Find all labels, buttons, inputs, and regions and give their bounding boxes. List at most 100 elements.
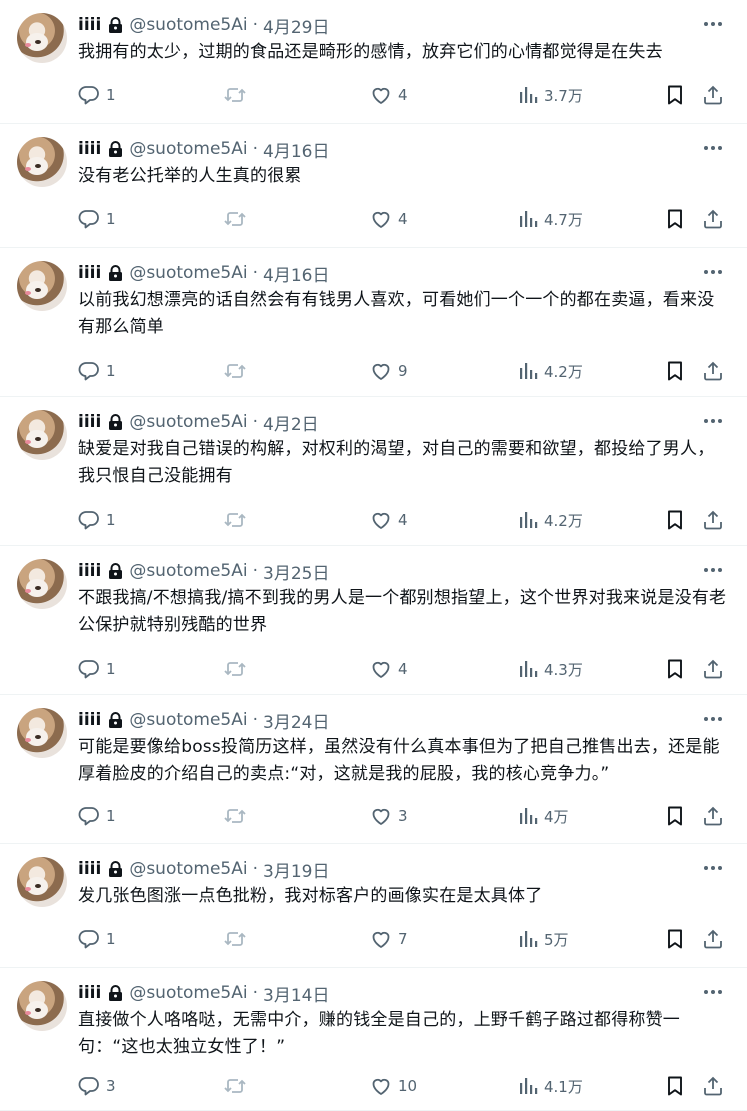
share-button[interactable] bbox=[702, 82, 724, 108]
like-button[interactable]: 4 bbox=[370, 507, 408, 533]
post-date[interactable]: 4月16日 bbox=[263, 137, 329, 162]
retweet-button[interactable] bbox=[222, 82, 254, 108]
share-button[interactable] bbox=[702, 926, 724, 952]
bookmark-button[interactable] bbox=[664, 206, 686, 232]
post-date[interactable]: 3月25日 bbox=[263, 559, 329, 584]
display-name[interactable]: iiii bbox=[78, 139, 101, 159]
user-handle[interactable]: @suotome5Ai bbox=[129, 983, 247, 1003]
like-button[interactable]: 10 bbox=[370, 1073, 417, 1099]
more-icon[interactable] bbox=[702, 139, 724, 157]
share-button[interactable] bbox=[702, 358, 724, 384]
display-name[interactable]: iiii bbox=[78, 412, 101, 432]
bookmark-button[interactable] bbox=[664, 1073, 686, 1099]
like-button[interactable]: 4 bbox=[370, 82, 408, 108]
post-date[interactable]: 4月29日 bbox=[263, 13, 329, 38]
retweet-button[interactable] bbox=[222, 358, 254, 384]
share-button[interactable] bbox=[702, 206, 724, 232]
post[interactable]: iiii @suotome5Ai · 3月24日 可能是要像给boss投简历这样… bbox=[0, 695, 747, 844]
display-name[interactable]: iiii bbox=[78, 859, 101, 879]
avatar[interactable] bbox=[17, 981, 67, 1031]
user-handle[interactable]: @suotome5Ai bbox=[129, 263, 247, 283]
like-button[interactable]: 9 bbox=[370, 358, 408, 384]
share-button[interactable] bbox=[702, 803, 724, 829]
user-handle[interactable]: @suotome5Ai bbox=[129, 710, 247, 730]
reply-button[interactable]: 1 bbox=[78, 926, 116, 952]
bookmark-icon bbox=[668, 85, 682, 105]
display-name[interactable]: iiii bbox=[78, 710, 101, 730]
post[interactable]: iiii @suotome5Ai · 3月25日 不跟我搞/不想搞我/搞不到我的… bbox=[0, 546, 747, 695]
like-button[interactable]: 3 bbox=[370, 803, 408, 829]
like-button[interactable]: 4 bbox=[370, 656, 408, 682]
user-handle[interactable]: @suotome5Ai bbox=[129, 15, 247, 35]
post-date[interactable]: 3月19日 bbox=[263, 857, 329, 882]
reply-button[interactable]: 1 bbox=[78, 206, 116, 232]
retweet-button[interactable] bbox=[222, 803, 254, 829]
avatar[interactable] bbox=[17, 410, 67, 460]
avatar[interactable] bbox=[17, 13, 67, 63]
views-button[interactable]: 3.7万 bbox=[517, 82, 583, 108]
avatar[interactable] bbox=[17, 137, 67, 187]
avatar[interactable] bbox=[17, 857, 67, 907]
post[interactable]: iiii @suotome5Ai · 4月16日 以前我幻想漂亮的话自然会有有钱… bbox=[0, 248, 747, 397]
retweet-button[interactable] bbox=[222, 1073, 254, 1099]
reply-button[interactable]: 1 bbox=[78, 507, 116, 533]
share-button[interactable] bbox=[702, 656, 724, 682]
reply-button[interactable]: 3 bbox=[78, 1073, 116, 1099]
avatar[interactable] bbox=[17, 559, 67, 609]
bookmark-button[interactable] bbox=[664, 656, 686, 682]
reply-button[interactable]: 1 bbox=[78, 803, 116, 829]
views-button[interactable]: 4.2万 bbox=[517, 358, 583, 384]
bookmark-button[interactable] bbox=[664, 803, 686, 829]
display-name[interactable]: iiii bbox=[78, 561, 101, 581]
post-date[interactable]: 4月16日 bbox=[263, 261, 329, 286]
user-handle[interactable]: @suotome5Ai bbox=[129, 412, 247, 432]
share-button[interactable] bbox=[702, 507, 724, 533]
more-icon[interactable] bbox=[702, 561, 724, 579]
post-date[interactable]: 3月14日 bbox=[263, 981, 329, 1006]
retweet-button[interactable] bbox=[222, 926, 254, 952]
post[interactable]: iiii @suotome5Ai · 4月2日 缺爱是对我自己错误的构解，对权利… bbox=[0, 397, 747, 546]
more-icon[interactable] bbox=[702, 859, 724, 877]
user-handle[interactable]: @suotome5Ai bbox=[129, 561, 247, 581]
views-button[interactable]: 4.7万 bbox=[517, 206, 583, 232]
more-icon[interactable] bbox=[702, 412, 724, 430]
display-name[interactable]: iiii bbox=[78, 15, 101, 35]
post-date[interactable]: 3月24日 bbox=[263, 708, 329, 733]
views-button[interactable]: 4万 bbox=[517, 803, 569, 829]
post-actions: 1 4 bbox=[0, 656, 747, 682]
post[interactable]: iiii @suotome5Ai · 4月29日 我拥有的太少，过期的食品还是畸… bbox=[0, 0, 747, 124]
reply-icon bbox=[78, 660, 99, 679]
reply-button[interactable]: 1 bbox=[78, 358, 116, 384]
display-name[interactable]: iiii bbox=[78, 983, 101, 1003]
post[interactable]: iiii @suotome5Ai · 3月14日 直接做个人咯咯哒，无需中介，赚… bbox=[0, 968, 747, 1111]
views-button[interactable]: 4.1万 bbox=[517, 1073, 583, 1099]
more-icon[interactable] bbox=[702, 263, 724, 281]
views-button[interactable]: 5万 bbox=[517, 926, 569, 952]
more-icon[interactable] bbox=[702, 710, 724, 728]
reply-button[interactable]: 1 bbox=[78, 82, 116, 108]
retweet-button[interactable] bbox=[222, 206, 254, 232]
post[interactable]: iiii @suotome5Ai · 4月16日 没有老公托举的人生真的很累 1 bbox=[0, 124, 747, 248]
bookmark-button[interactable] bbox=[664, 926, 686, 952]
retweet-button[interactable] bbox=[222, 656, 254, 682]
like-button[interactable]: 4 bbox=[370, 206, 408, 232]
like-button[interactable]: 7 bbox=[370, 926, 408, 952]
avatar[interactable] bbox=[17, 261, 67, 311]
retweet-button[interactable] bbox=[222, 507, 254, 533]
views-button[interactable]: 4.3万 bbox=[517, 656, 583, 682]
bookmark-button[interactable] bbox=[664, 507, 686, 533]
display-name[interactable]: iiii bbox=[78, 263, 101, 283]
avatar-nose bbox=[35, 164, 41, 168]
post[interactable]: iiii @suotome5Ai · 3月19日 发几张色图涨一点色批粉，我对标… bbox=[0, 844, 747, 968]
post-date[interactable]: 4月2日 bbox=[263, 410, 319, 435]
reply-button[interactable]: 1 bbox=[78, 656, 116, 682]
more-icon[interactable] bbox=[702, 983, 724, 1001]
user-handle[interactable]: @suotome5Ai bbox=[129, 859, 247, 879]
share-button[interactable] bbox=[702, 1073, 724, 1099]
views-button[interactable]: 4.2万 bbox=[517, 507, 583, 533]
user-handle[interactable]: @suotome5Ai bbox=[129, 139, 247, 159]
bookmark-button[interactable] bbox=[664, 82, 686, 108]
bookmark-button[interactable] bbox=[664, 358, 686, 384]
avatar[interactable] bbox=[17, 708, 67, 758]
more-icon[interactable] bbox=[702, 15, 724, 33]
